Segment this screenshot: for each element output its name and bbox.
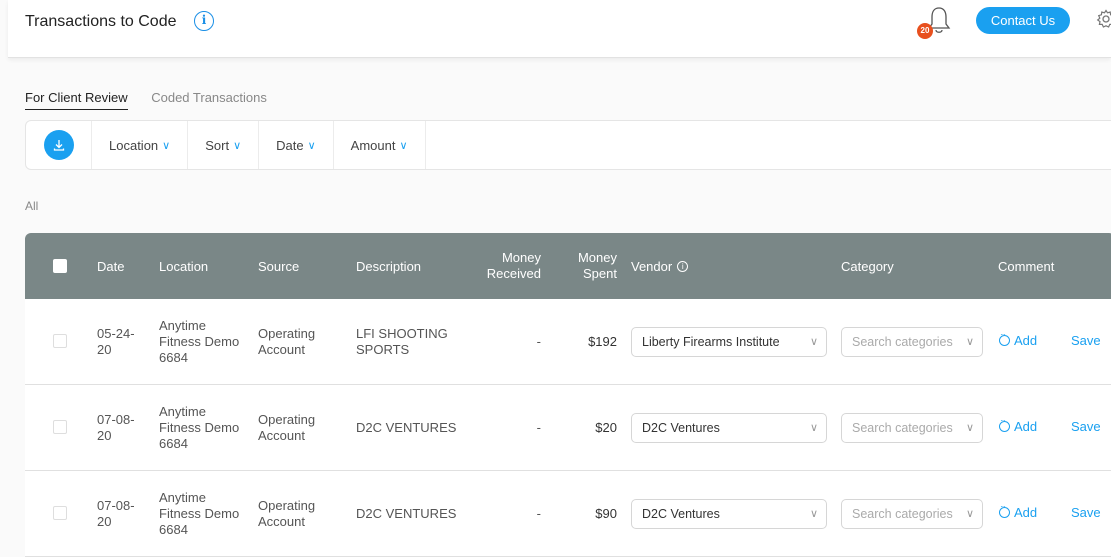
cell-money-received: - bbox=[536, 420, 541, 435]
row-checkbox[interactable] bbox=[53, 334, 67, 348]
download-icon bbox=[43, 130, 74, 160]
chevron-down-icon: ∨ bbox=[233, 139, 242, 152]
vendor-select[interactable]: D2C Ventures ∨ bbox=[631, 413, 827, 443]
cell-date: 05-24-20 bbox=[97, 326, 135, 357]
col-source[interactable]: Source bbox=[258, 233, 299, 299]
chevron-down-icon: ∨ bbox=[965, 508, 974, 520]
category-select[interactable]: Search categories ∨ bbox=[841, 499, 983, 529]
all-label: All bbox=[25, 199, 39, 213]
view-tabs: For Client Review Coded Transactions bbox=[25, 90, 287, 110]
cell-money-spent: $192 bbox=[588, 334, 617, 349]
add-comment-button[interactable]: Add bbox=[999, 502, 1037, 520]
save-button[interactable]: Save bbox=[1071, 505, 1101, 520]
tab-coded-transactions[interactable]: Coded Transactions bbox=[151, 90, 267, 109]
tab-for-client-review[interactable]: For Client Review bbox=[25, 90, 128, 110]
cell-money-received: - bbox=[536, 506, 541, 521]
cell-description: D2C VENTURES bbox=[356, 420, 457, 435]
col-date[interactable]: Date bbox=[97, 233, 124, 299]
table-row: 07-08-20 Anytime Fitness Demo 6684 Opera… bbox=[25, 385, 1111, 471]
cell-date: 07-08-20 bbox=[97, 498, 135, 529]
category-select[interactable]: Search categories ∨ bbox=[841, 413, 983, 443]
save-button[interactable]: Save bbox=[1071, 333, 1101, 348]
col-money-received[interactable]: Money Received bbox=[477, 233, 541, 299]
notification-badge: 20 bbox=[917, 23, 933, 39]
chevron-down-icon: ∨ bbox=[399, 139, 408, 152]
cell-description: LFI SHOOTING SPORTS bbox=[356, 326, 448, 357]
comment-icon bbox=[999, 502, 1010, 518]
info-icon: i bbox=[677, 260, 689, 272]
comment-icon bbox=[999, 416, 1010, 432]
page-title: Transactions to Code bbox=[25, 13, 177, 30]
cell-date: 07-08-20 bbox=[97, 412, 135, 443]
table-row: 07-08-20 Anytime Fitness Demo 6684 Opera… bbox=[25, 471, 1111, 557]
chevron-down-icon: ∨ bbox=[809, 508, 818, 520]
transactions-table: Date Location Source Description Money R… bbox=[25, 233, 1111, 557]
vendor-select[interactable]: Liberty Firearms Institute ∨ bbox=[631, 327, 827, 357]
cell-description: D2C VENTURES bbox=[356, 506, 457, 521]
chevron-down-icon: ∨ bbox=[162, 139, 171, 152]
contact-us-button[interactable]: Contact Us bbox=[976, 7, 1070, 34]
chevron-down-icon: ∨ bbox=[965, 336, 974, 348]
download-button[interactable] bbox=[26, 121, 92, 169]
chevron-down-icon: ∨ bbox=[965, 422, 974, 434]
col-location[interactable]: Location bbox=[159, 233, 208, 299]
row-checkbox[interactable] bbox=[53, 420, 67, 434]
col-description[interactable]: Description bbox=[356, 233, 421, 299]
chevron-down-icon: ∨ bbox=[809, 336, 818, 348]
table-row: 05-24-20 Anytime Fitness Demo 6684 Opera… bbox=[25, 299, 1111, 385]
row-checkbox[interactable] bbox=[53, 506, 67, 520]
info-icon[interactable]: i bbox=[194, 11, 214, 31]
chevron-down-icon: ∨ bbox=[809, 422, 818, 434]
cell-money-received: - bbox=[536, 334, 541, 349]
amount-filter[interactable]: Amount ∨ bbox=[334, 121, 426, 169]
filter-bar: Location ∨ Sort ∨ Date ∨ Amount ∨ bbox=[25, 120, 1111, 170]
date-filter[interactable]: Date ∨ bbox=[259, 121, 334, 169]
comment-icon bbox=[999, 330, 1010, 346]
category-select[interactable]: Search categories ∨ bbox=[841, 327, 983, 357]
sort-filter[interactable]: Sort ∨ bbox=[188, 121, 260, 169]
location-filter[interactable]: Location ∨ bbox=[92, 121, 189, 169]
cell-source: Operating Account bbox=[258, 412, 316, 443]
col-vendor[interactable]: Vendor i bbox=[631, 233, 689, 299]
cell-source: Operating Account bbox=[258, 326, 316, 357]
cell-source: Operating Account bbox=[258, 498, 316, 529]
cell-money-spent: $20 bbox=[595, 420, 617, 435]
col-category[interactable]: Category bbox=[841, 233, 894, 299]
col-money-spent[interactable]: Money Spent bbox=[573, 233, 617, 299]
select-all-checkbox[interactable] bbox=[53, 259, 67, 273]
add-comment-button[interactable]: Add bbox=[999, 416, 1037, 434]
page-header: Transactions to Code i 20 Contact Us bbox=[8, 0, 1111, 58]
add-comment-button[interactable]: Add bbox=[999, 330, 1037, 348]
gear-icon[interactable] bbox=[1096, 9, 1111, 29]
cell-location: Anytime Fitness Demo 6684 bbox=[159, 318, 240, 365]
cell-location: Anytime Fitness Demo 6684 bbox=[159, 490, 240, 537]
col-comment[interactable]: Comment bbox=[998, 233, 1054, 299]
save-button[interactable]: Save bbox=[1071, 419, 1101, 434]
table-header: Date Location Source Description Money R… bbox=[25, 233, 1111, 299]
vendor-select[interactable]: D2C Ventures ∨ bbox=[631, 499, 827, 529]
chevron-down-icon: ∨ bbox=[307, 139, 316, 152]
cell-money-spent: $90 bbox=[595, 506, 617, 521]
cell-location: Anytime Fitness Demo 6684 bbox=[159, 404, 240, 451]
